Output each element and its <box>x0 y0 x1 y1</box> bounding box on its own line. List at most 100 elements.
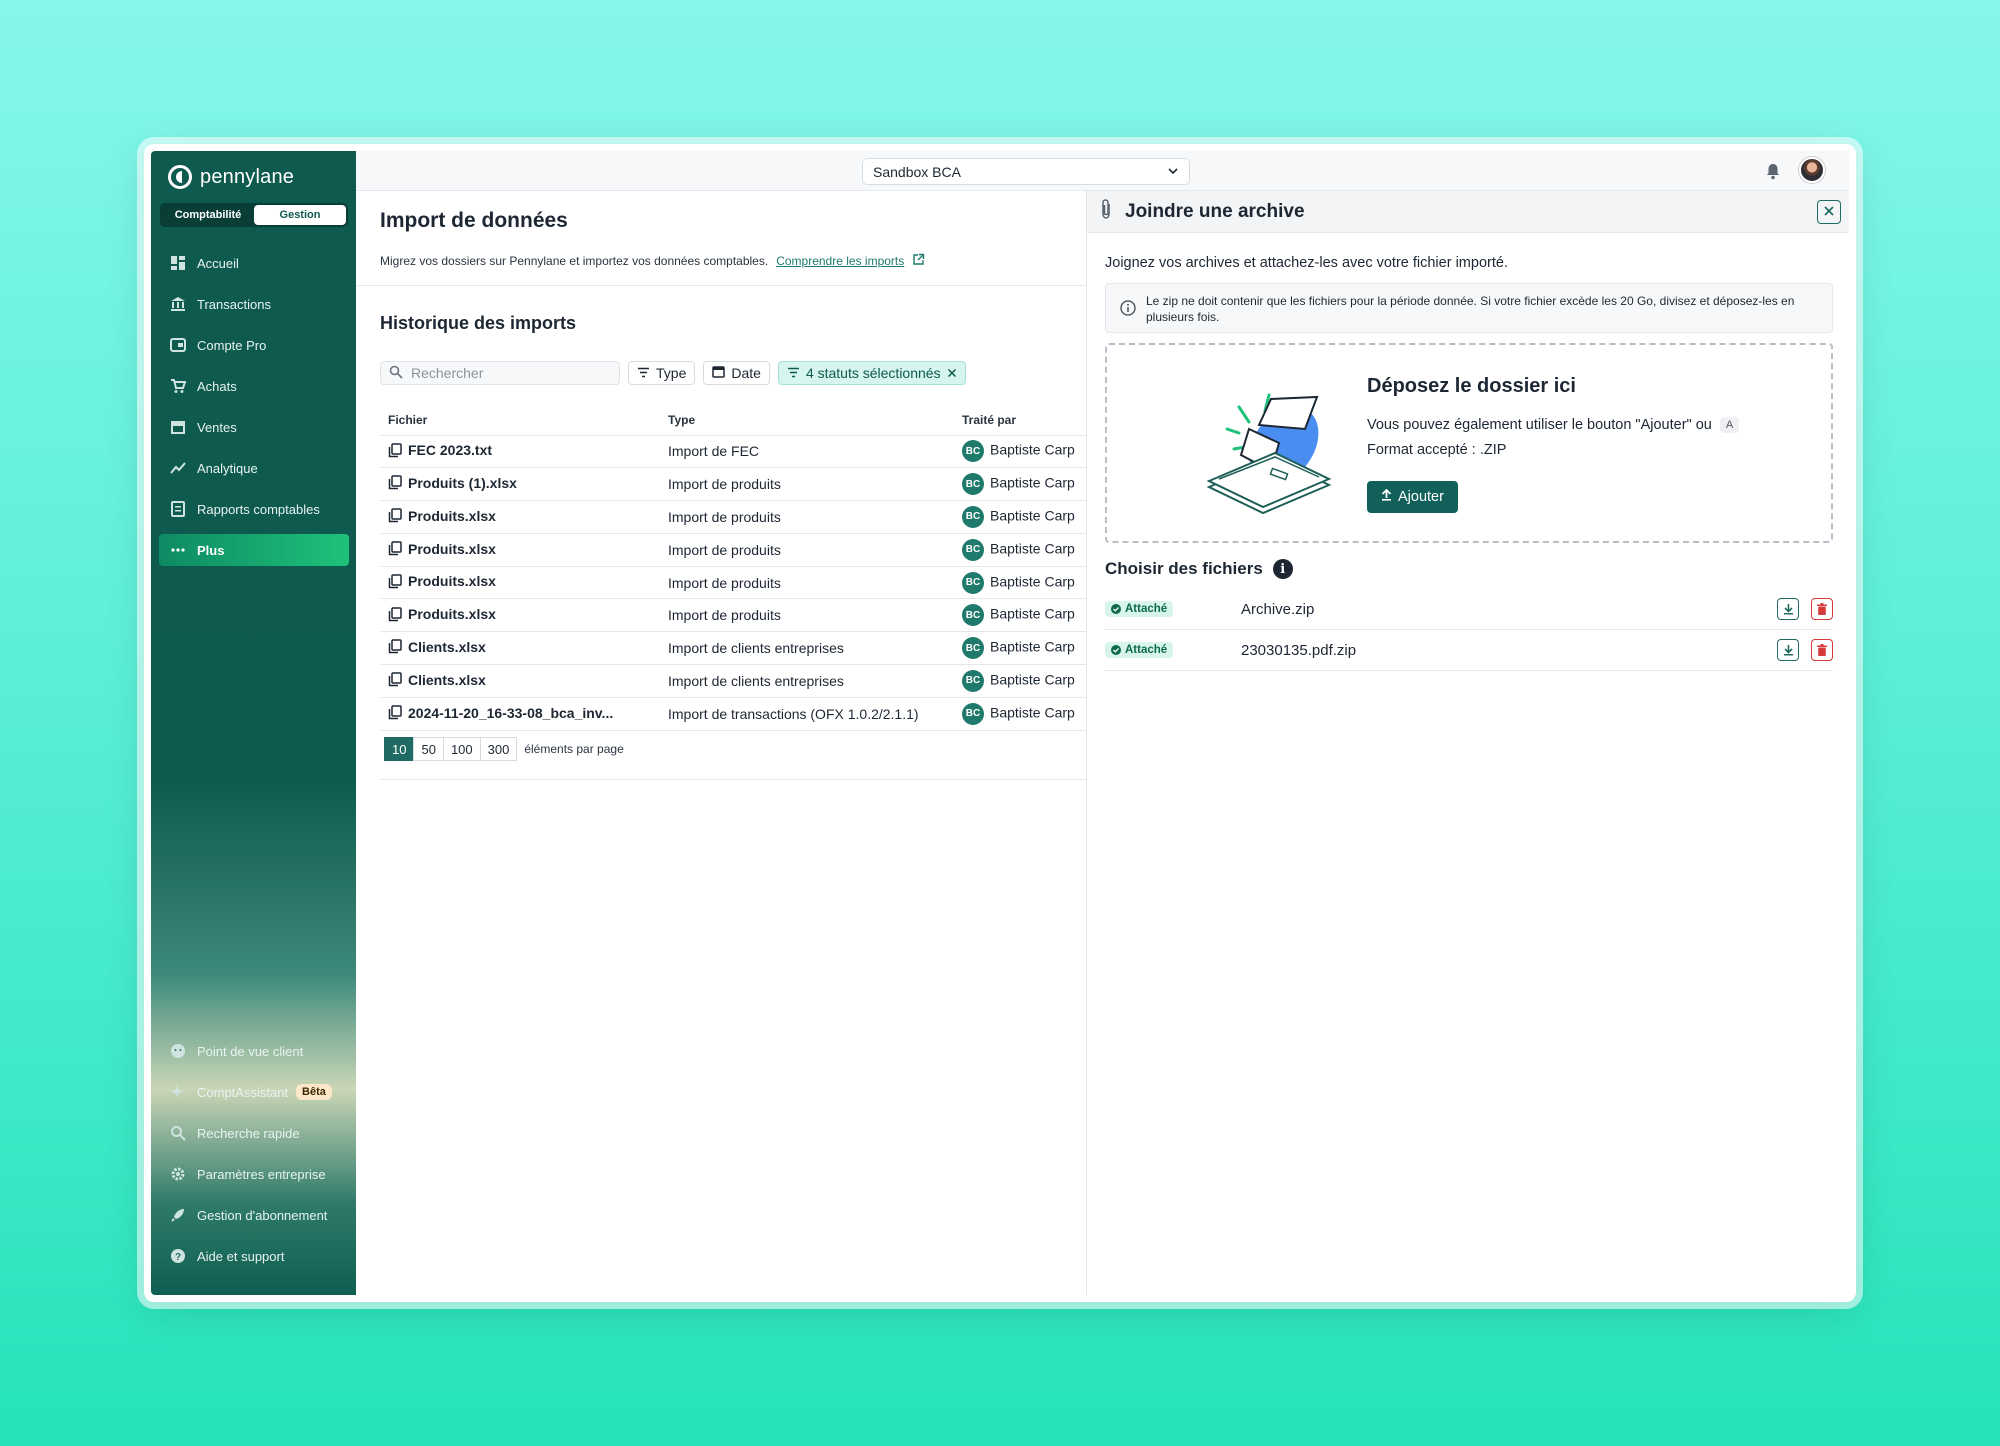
column-header-processed-by[interactable]: Traité par <box>954 405 1086 436</box>
file-cell[interactable]: FEC 2023.txt <box>380 435 660 469</box>
brand-name: pennylane <box>200 165 295 188</box>
files-section-title: Choisir des fichiers i <box>1105 559 1293 579</box>
close-panel-button[interactable] <box>1817 200 1841 224</box>
table-row[interactable]: FEC 2023.txt Import de FEC BC Baptiste Carp <box>380 435 1086 469</box>
clear-filter-icon[interactable] <box>947 365 957 381</box>
main-content: Import de données Migrez vos dossiers su… <box>356 191 1086 1295</box>
external-link-icon[interactable] <box>912 253 925 269</box>
status-badge: Attaché <box>1105 642 1174 658</box>
sidebar-item-transactions[interactable]: Transactions <box>159 288 349 320</box>
brand[interactable]: pennylane <box>168 165 294 189</box>
file-name: 23030135.pdf.zip <box>1241 641 1357 659</box>
add-button-label: Ajouter <box>1398 489 1444 505</box>
file-row: Attaché 23030135.pdf.zip <box>1105 630 1833 671</box>
dashboard-icon <box>169 254 187 272</box>
table-row[interactable]: 2024-11-20_16-33-08_bca_inv... Import de … <box>380 697 1086 731</box>
file-cell[interactable]: Clients.xlsx <box>380 631 660 666</box>
more-dots-icon <box>169 541 187 559</box>
sidebar-item-compte-pro[interactable]: Compte Pro <box>159 329 349 361</box>
user-name: Baptiste Carp <box>990 474 1075 491</box>
table-row[interactable]: Clients.xlsx Import de clients entreprise… <box>380 631 1086 666</box>
sidebar-item-plus[interactable]: Plus <box>159 534 349 566</box>
table-row[interactable]: Produits.xlsx Import de produits BC Baptist… <box>380 533 1086 567</box>
page-size-50[interactable]: 50 <box>413 737 444 761</box>
type-cell: Import de produits <box>660 533 954 567</box>
user-name: Baptiste Carp <box>990 704 1075 721</box>
sidebar-item-point-de-vue-client[interactable]: Point de vue client <box>159 1035 349 1067</box>
panel-header: Joindre une archive <box>1087 191 1849 233</box>
accepted-format: Format accepté : .ZIP <box>1367 442 1507 458</box>
sidebar-item-recherche-rapide[interactable]: Recherche rapide <box>159 1117 349 1149</box>
page-size-100[interactable]: 100 <box>442 737 481 761</box>
add-file-button[interactable]: Ajouter <box>1367 481 1458 513</box>
user-initials-avatar: BC <box>962 637 984 660</box>
gear-icon <box>169 1165 187 1183</box>
status-filter-chip[interactable]: 4 statuts sélectionnés <box>777 361 966 385</box>
type-filter-label: Type <box>656 365 687 381</box>
user-name: Baptiste Carp <box>990 540 1075 557</box>
company-selector[interactable]: Sandbox BCA <box>862 158 1190 185</box>
user-initials-avatar: BC <box>962 604 984 627</box>
file-cell[interactable]: 2024-11-20_16-33-08_bca_inv... <box>380 697 660 731</box>
delete-button[interactable] <box>1811 598 1833 620</box>
user-initials-avatar: BC <box>962 505 984 528</box>
notification-bell-icon[interactable] <box>1765 163 1781 185</box>
table-row[interactable]: Produits.xlsx Import de produits BC Baptist… <box>380 598 1086 633</box>
sidebar-item-abonnement[interactable]: Gestion d'abonnement <box>159 1199 349 1231</box>
info-text: Le zip ne doit contenir que les fichiers… <box>1146 294 1795 324</box>
search-input[interactable]: Rechercher <box>380 361 620 385</box>
table-row[interactable]: Produits.xlsx Import de produits BC Baptist… <box>380 566 1086 600</box>
delete-button[interactable] <box>1811 639 1833 661</box>
sidebar: pennylane Comptabilité Gestion Accueil T… <box>151 151 356 1295</box>
sidebar-item-aide[interactable]: ? Aide et support <box>159 1240 349 1272</box>
file-cell[interactable]: Produits (1).xlsx <box>380 467 660 502</box>
check-circle-icon <box>1111 645 1121 655</box>
download-button[interactable] <box>1777 598 1799 620</box>
file-cell[interactable]: Produits.xlsx <box>380 500 660 534</box>
file-cell[interactable]: Produits.xlsx <box>380 566 660 600</box>
sidebar-item-label: Ventes <box>197 419 237 435</box>
close-icon <box>1824 203 1834 221</box>
file-cell[interactable]: Produits.xlsx <box>380 533 660 567</box>
sidebar-item-parametres[interactable]: Paramètres entreprise <box>159 1158 349 1190</box>
company-name: Sandbox BCA <box>873 163 961 180</box>
pagination: 10 50 100 300 éléments par page <box>384 737 624 761</box>
page-size-10[interactable]: 10 <box>384 737 415 761</box>
toggle-gestion[interactable]: Gestion <box>254 205 346 225</box>
file-cell[interactable]: Clients.xlsx <box>380 664 660 698</box>
sidebar-item-comptassistant[interactable]: ComptAssistant Bêta <box>159 1076 349 1108</box>
page-size-300[interactable]: 300 <box>479 737 518 761</box>
column-header-file[interactable]: Fichier <box>380 405 660 436</box>
date-filter-button[interactable]: Date <box>703 361 770 385</box>
info-icon[interactable]: i <box>1272 559 1293 579</box>
sidebar-item-achats[interactable]: Achats <box>159 370 349 402</box>
sidebar-item-ventes[interactable]: Ventes <box>159 411 349 443</box>
files-title-text: Choisir des fichiers <box>1105 559 1263 578</box>
calendar-icon <box>712 365 726 381</box>
user-avatar[interactable] <box>1799 157 1825 183</box>
info-alert: Le zip ne doit contenir que les fichiers… <box>1105 283 1833 333</box>
understand-imports-link[interactable]: Comprendre les imports <box>776 254 904 268</box>
filter-icon <box>637 365 650 381</box>
processed-by-cell: BC Baptiste Carp <box>954 467 1086 502</box>
table-row[interactable]: Produits.xlsx Import de produits BC Baptist… <box>380 500 1086 534</box>
sidebar-item-rapports[interactable]: Rapports comptables <box>159 493 349 525</box>
table-row[interactable]: Clients.xlsx Import de clients entreprise… <box>380 664 1086 698</box>
table-row[interactable]: Produits (1).xlsx Import de produits BC Bap… <box>380 467 1086 502</box>
processed-by-cell: BC Baptiste Carp <box>954 631 1086 666</box>
column-header-type[interactable]: Type <box>660 405 954 436</box>
sidebar-item-analytique[interactable]: Analytique <box>159 452 349 484</box>
toggle-comptabilite[interactable]: Comptabilité <box>162 205 254 225</box>
table-header-row: Fichier Type Traité par <box>380 405 1086 436</box>
download-button[interactable] <box>1777 639 1799 661</box>
file-copy-icon <box>388 705 402 723</box>
file-name: Archive.zip <box>1241 600 1315 618</box>
user-initials-avatar: BC <box>962 571 984 594</box>
rocket-icon <box>169 1206 187 1224</box>
file-dropzone[interactable]: Déposez le dossier ici Vous pouvez égale… <box>1105 343 1833 543</box>
type-cell: Import de produits <box>660 598 954 633</box>
processed-by-cell: BC Baptiste Carp <box>954 500 1086 534</box>
sidebar-item-accueil[interactable]: Accueil <box>159 247 349 279</box>
type-filter-button[interactable]: Type <box>628 361 696 385</box>
file-cell[interactable]: Produits.xlsx <box>380 598 660 633</box>
